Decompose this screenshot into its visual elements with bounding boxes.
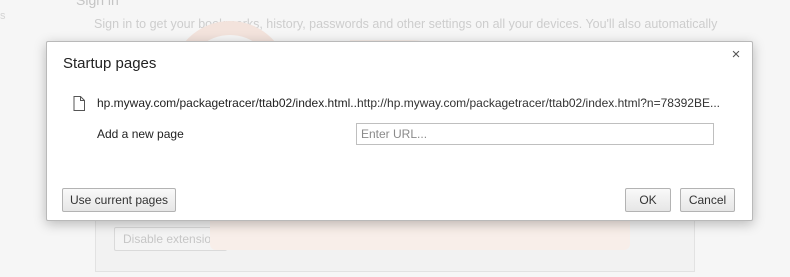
startup-page-title: hp.myway.com/packagetracer/ttab02/index.… bbox=[97, 96, 361, 110]
startup-pages-dialog: Startup pages × hp.myway.com/packagetrac… bbox=[46, 41, 753, 221]
startup-page-url: http://hp.myway.com/packagetracer/ttab02… bbox=[357, 96, 720, 110]
dialog-title: Startup pages bbox=[63, 55, 157, 72]
ok-button[interactable]: OK bbox=[625, 188, 671, 212]
enter-url-input[interactable] bbox=[356, 123, 714, 145]
background-side-marker: s bbox=[0, 10, 6, 22]
close-icon[interactable]: × bbox=[728, 47, 744, 63]
add-new-page-label: Add a new page bbox=[97, 127, 184, 141]
background-sign-in-text: Sign in to get your bookmarks, history, … bbox=[94, 17, 718, 31]
startup-page-row[interactable]: hp.myway.com/packagetracer/ttab02/index.… bbox=[73, 95, 733, 113]
cancel-button[interactable]: Cancel bbox=[680, 188, 735, 212]
use-current-pages-button[interactable]: Use current pages bbox=[62, 188, 176, 212]
disable-extension-button: Disable extension bbox=[114, 227, 227, 251]
background-sign-in-heading: Sign in bbox=[76, 0, 119, 8]
document-icon bbox=[73, 96, 85, 111]
